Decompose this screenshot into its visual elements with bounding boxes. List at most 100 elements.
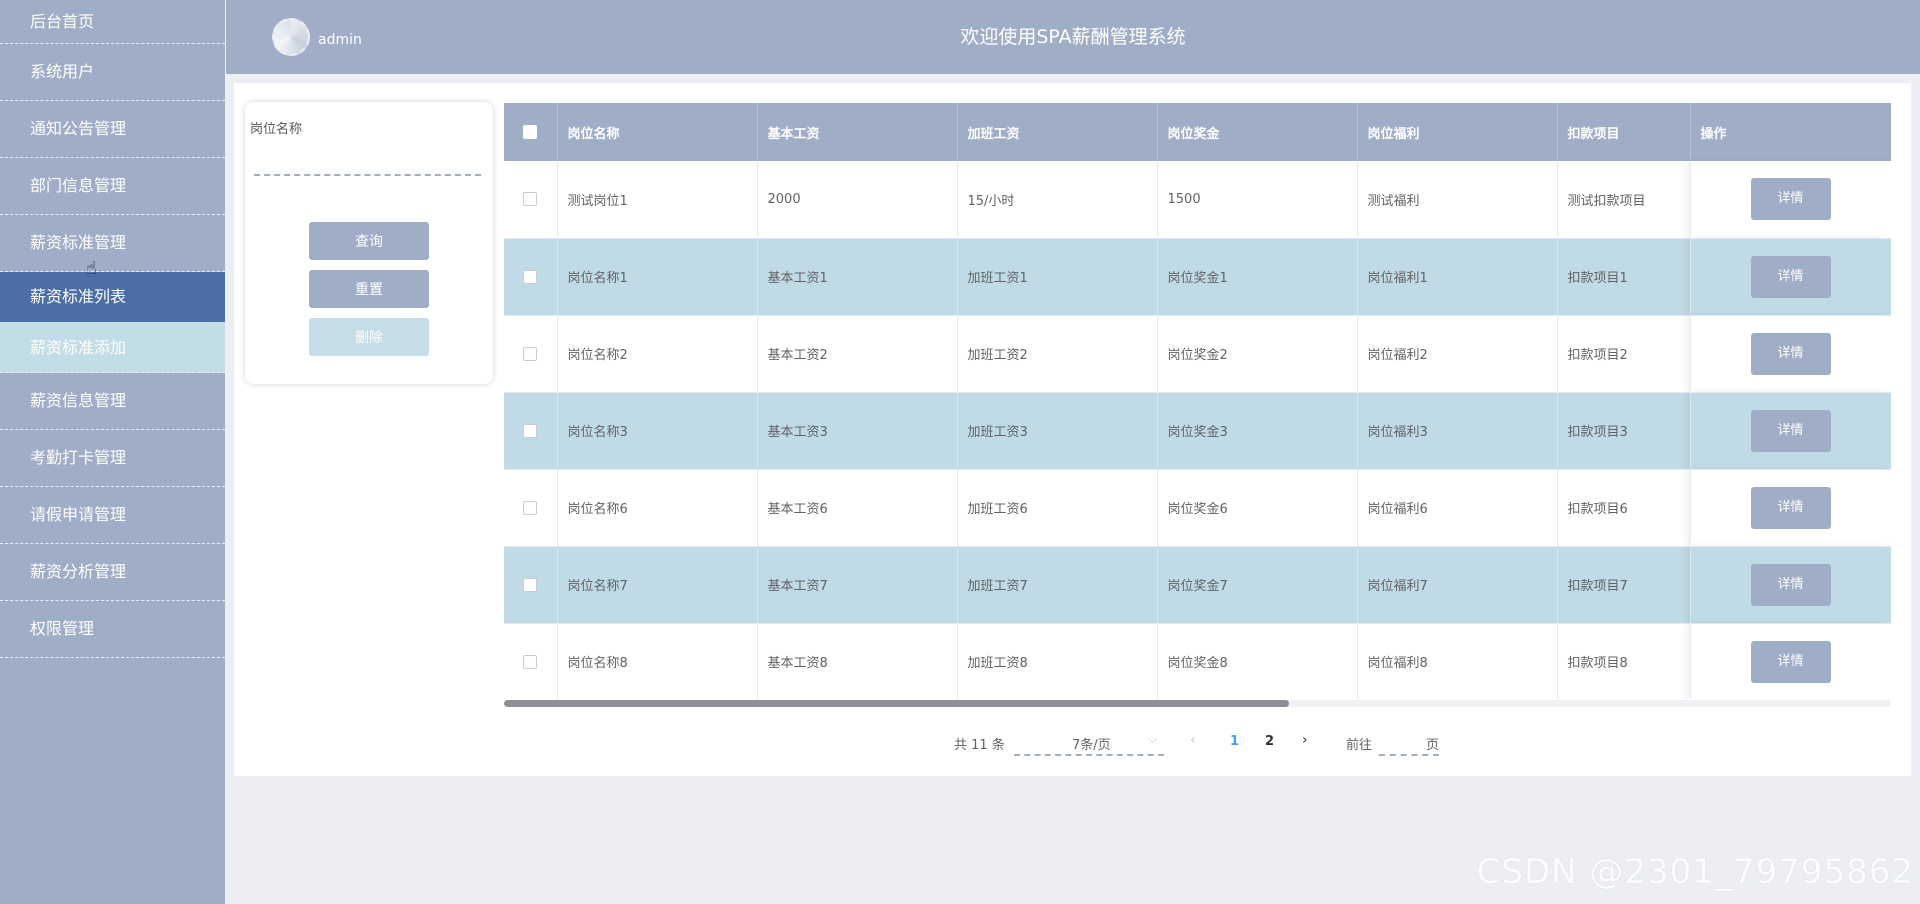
delete-button[interactable]: 删除 — [309, 318, 429, 356]
table-cell: 基本工资2 — [757, 315, 958, 393]
table-cell: 加班工资8 — [957, 623, 1158, 699]
row-checkbox[interactable] — [523, 577, 538, 592]
table-cell: 扣款项目6 — [1557, 469, 1691, 547]
row-checkbox-cell[interactable] — [504, 469, 558, 547]
horizontal-scrollbar[interactable] — [504, 700, 1891, 707]
sidebar-item-home[interactable]: 后台首页 — [0, 0, 225, 44]
table-cell: 岗位福利1 — [1357, 238, 1558, 316]
row-checkbox[interactable] — [523, 654, 538, 669]
scrollbar-thumb[interactable] — [504, 700, 1289, 707]
row-checkbox-cell[interactable] — [504, 238, 558, 316]
next-page-icon[interactable]: › — [1302, 732, 1308, 748]
table-cell: 岗位名称1 — [557, 238, 758, 316]
row-checkbox[interactable] — [523, 346, 538, 361]
reset-button[interactable]: 重置 — [309, 270, 429, 308]
search-panel: 岗位名称 查询 重置 删除 — [245, 102, 493, 384]
search-label: 岗位名称 — [250, 122, 303, 137]
row-checkbox-cell[interactable] — [504, 392, 558, 470]
goto-label: 前往 — [1346, 738, 1373, 753]
operation-cell: 详情 — [1690, 161, 1891, 239]
column-header[interactable]: 扣款项目 — [1557, 103, 1691, 161]
table-cell: 加班工资1 — [957, 238, 1158, 316]
column-header[interactable]: 加班工资 — [957, 103, 1158, 161]
row-checkbox-cell[interactable] — [504, 546, 558, 624]
sidebar-item-departments[interactable]: 部门信息管理 — [0, 158, 225, 215]
row-checkbox[interactable] — [523, 192, 538, 207]
table-row: 岗位名称3 基本工资3 加班工资3 岗位奖金3 岗位福利3 扣款项目3 详情 — [504, 392, 1891, 470]
data-table: 岗位名称 基本工资 加班工资 岗位奖金 岗位福利 扣款项目 操作 测试岗位1 20… — [504, 103, 1891, 699]
column-header[interactable]: 岗位福利 — [1357, 103, 1558, 161]
table-cell: 扣款项目8 — [1557, 623, 1691, 699]
table-cell: 岗位名称2 — [557, 315, 758, 393]
row-checkbox-cell[interactable] — [504, 623, 558, 699]
page-size-select[interactable]: 7条/页 ⌵ — [1014, 728, 1164, 756]
operation-cell: 详情 — [1690, 392, 1891, 470]
sidebar-item-salary-info[interactable]: 薪资信息管理 — [0, 373, 225, 430]
table-cell: 1500 — [1157, 161, 1358, 239]
detail-button[interactable]: 详情 — [1750, 332, 1831, 375]
table-cell: 基本工资3 — [757, 392, 958, 470]
table-cell: 岗位名称6 — [557, 469, 758, 547]
table-cell: 15/小时 — [957, 161, 1158, 239]
row-checkbox-cell[interactable] — [504, 315, 558, 393]
sidebar-item-leave[interactable]: 请假申请管理 — [0, 487, 225, 544]
table-cell: 基本工资1 — [757, 238, 958, 316]
detail-button[interactable]: 详情 — [1750, 255, 1831, 298]
detail-button[interactable]: 详情 — [1750, 640, 1831, 683]
table-cell: 基本工资8 — [757, 623, 958, 699]
detail-button[interactable]: 详情 — [1750, 563, 1831, 606]
operation-cell: 详情 — [1690, 469, 1891, 547]
sidebar-item-salary-analysis[interactable]: 薪资分析管理 — [0, 544, 225, 601]
table-body: 测试岗位1 2000 15/小时 1500 测试福利 测试扣款项目 详情 岗位名称1 基本工资1… — [504, 161, 1891, 699]
detail-button[interactable]: 详情 — [1750, 178, 1831, 221]
operation-cell: 详情 — [1690, 546, 1891, 624]
table-cell: 测试扣款项目 — [1557, 161, 1691, 239]
column-header[interactable]: 岗位奖金 — [1157, 103, 1358, 161]
select-all-checkbox-cell[interactable] — [504, 103, 558, 161]
sidebar-subitem-salary-standard-add[interactable]: 薪资标准添加 — [0, 322, 225, 373]
table-header-row: 岗位名称 基本工资 加班工资 岗位奖金 岗位福利 扣款项目 操作 — [504, 103, 1891, 161]
detail-button[interactable]: 详情 — [1750, 409, 1831, 452]
operation-cell: 详情 — [1690, 315, 1891, 393]
table-row: 岗位名称6 基本工资6 加班工资6 岗位奖金6 岗位福利6 扣款项目6 详情 — [504, 469, 1891, 547]
column-header[interactable]: 基本工资 — [757, 103, 958, 161]
column-header[interactable]: 岗位名称 — [557, 103, 758, 161]
column-header: 操作 — [1690, 103, 1891, 161]
table-row: 测试岗位1 2000 15/小时 1500 测试福利 测试扣款项目 详情 — [504, 161, 1891, 239]
table-cell: 岗位名称8 — [557, 623, 758, 699]
sidebar-item-system-users[interactable]: 系统用户 — [0, 44, 225, 101]
sidebar-item-permissions[interactable]: 权限管理 — [0, 601, 225, 658]
table-cell: 岗位名称7 — [557, 546, 758, 624]
table-cell: 岗位福利7 — [1357, 546, 1558, 624]
table-cell: 测试福利 — [1357, 161, 1558, 239]
sidebar-item-salary-standard[interactable]: 薪资标准管理 — [0, 215, 225, 272]
page-suffix-label: 页 — [1426, 738, 1440, 753]
row-checkbox[interactable] — [523, 269, 538, 284]
row-checkbox[interactable] — [523, 500, 538, 515]
table-cell: 加班工资2 — [957, 315, 1158, 393]
select-all-checkbox[interactable] — [523, 125, 538, 139]
sidebar-subitem-salary-standard-list[interactable]: 薪资标准列表 — [0, 272, 225, 322]
table-row: 岗位名称8 基本工资8 加班工资8 岗位奖金8 岗位福利8 扣款项目8 详情 — [504, 623, 1891, 699]
row-checkbox[interactable] — [523, 423, 538, 438]
table-cell: 岗位奖金7 — [1157, 546, 1358, 624]
row-checkbox-cell[interactable] — [504, 161, 558, 239]
system-title: 欢迎使用SPA薪酬管理系统 — [960, 26, 1186, 48]
table-cell: 加班工资3 — [957, 392, 1158, 470]
prev-page-icon[interactable]: ‹ — [1190, 732, 1196, 748]
position-name-input[interactable] — [254, 142, 481, 176]
data-table-wrapper: 岗位名称 基本工资 加班工资 岗位奖金 岗位福利 扣款项目 操作 测试岗位1 20… — [504, 103, 1891, 699]
operation-cell: 详情 — [1690, 623, 1891, 699]
table-cell: 扣款项目7 — [1557, 546, 1691, 624]
table-cell: 扣款项目1 — [1557, 238, 1691, 316]
page-number-2[interactable]: 2 — [1265, 734, 1274, 749]
sidebar-item-attendance[interactable]: 考勤打卡管理 — [0, 430, 225, 487]
detail-button[interactable]: 详情 — [1750, 486, 1831, 529]
page-number-1[interactable]: 1 — [1230, 734, 1239, 749]
table-cell: 扣款项目3 — [1557, 392, 1691, 470]
hand-cursor-icon: ☝ — [86, 258, 97, 279]
sidebar-item-notices[interactable]: 通知公告管理 — [0, 101, 225, 158]
query-button[interactable]: 查询 — [309, 222, 429, 260]
table-cell: 测试岗位1 — [557, 161, 758, 239]
chevron-down-icon: ⌵ — [1148, 732, 1158, 746]
